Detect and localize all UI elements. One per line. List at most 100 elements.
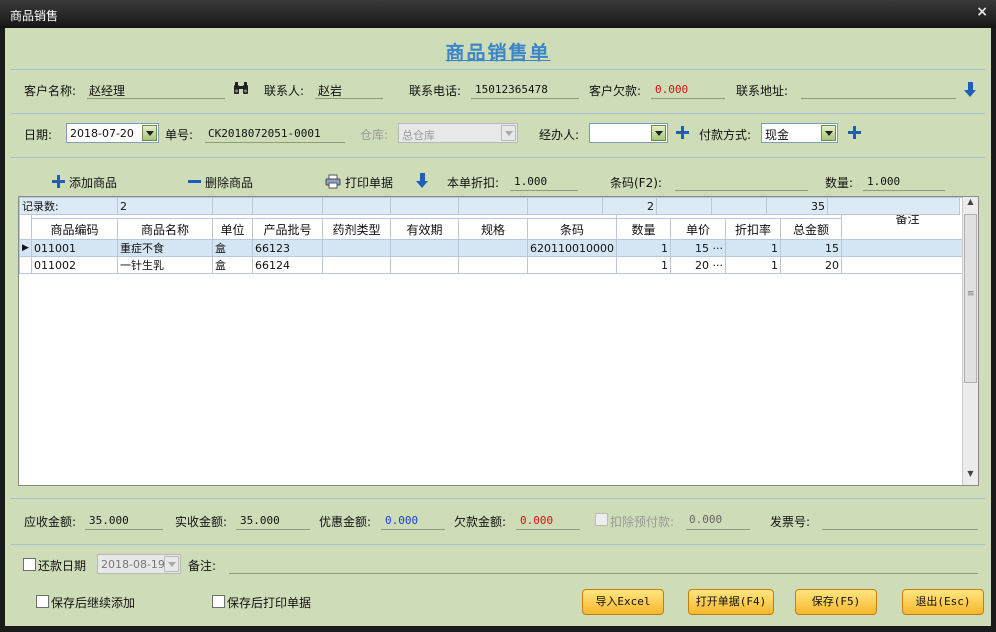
- contact-field[interactable]: 赵岩: [318, 82, 342, 99]
- cell-qty[interactable]: 1: [615, 239, 671, 257]
- column-header[interactable]: 数量: [615, 218, 671, 240]
- footer-cell: [252, 197, 323, 215]
- add-handler-icon[interactable]: [676, 126, 689, 139]
- date-picker[interactable]: 2018-07-20: [66, 123, 159, 143]
- more-icon[interactable]: ···: [712, 259, 723, 272]
- expand-down-icon[interactable]: [964, 82, 977, 98]
- warehouse-label: 仓库:: [360, 128, 389, 142]
- column-header[interactable]: 规格: [458, 218, 528, 240]
- continue-add-checkbox[interactable]: [36, 595, 49, 608]
- cell-expiry[interactable]: [390, 256, 459, 274]
- import-excel-button[interactable]: 导入Excel: [582, 589, 664, 615]
- discount-field[interactable]: 1.000: [514, 175, 547, 188]
- cell-spec[interactable]: [458, 239, 528, 257]
- warehouse-value: 总仓库: [402, 129, 435, 142]
- cell-rate[interactable]: 1: [724, 256, 781, 274]
- footer-cell: [390, 197, 459, 215]
- column-header[interactable]: 单位: [212, 218, 253, 240]
- scroll-down-icon[interactable]: ▼: [963, 469, 978, 485]
- cell-barcode[interactable]: 620110010000: [527, 239, 617, 257]
- column-header[interactable]: 条码: [527, 218, 617, 240]
- discount-amount-field[interactable]: 0.000: [385, 514, 418, 527]
- cell-rate[interactable]: 1: [724, 239, 781, 257]
- cell-unit[interactable]: 盒: [212, 256, 253, 274]
- column-header[interactable]: 折扣率: [724, 218, 781, 240]
- prepay-checkbox: [595, 513, 608, 526]
- chevron-down-icon[interactable]: [142, 125, 157, 141]
- cell-spec[interactable]: [458, 256, 528, 274]
- phone-field[interactable]: 15012365478: [475, 83, 548, 96]
- cell-price[interactable]: 15 ···: [669, 239, 726, 257]
- column-header[interactable]: 商品名称: [117, 218, 213, 240]
- received-field[interactable]: 35.000: [240, 514, 280, 527]
- cell-type[interactable]: [322, 256, 391, 274]
- cell-total[interactable]: 20: [779, 256, 842, 274]
- exit-button[interactable]: 退出(Esc): [902, 589, 984, 615]
- vertical-scrollbar[interactable]: ▲ ▼: [962, 197, 978, 485]
- footer-total: 35: [766, 197, 828, 215]
- cell-code[interactable]: 011002: [31, 256, 118, 274]
- debt-field[interactable]: 0.000: [655, 83, 688, 96]
- add-product-button[interactable]: 添加商品: [52, 173, 124, 191]
- add-payment-icon[interactable]: [848, 126, 861, 139]
- cell-batch[interactable]: 66124: [252, 256, 323, 274]
- chevron-down-icon: [164, 556, 179, 572]
- underline: [85, 529, 163, 530]
- payment-value: 现金: [765, 128, 790, 142]
- column-header[interactable]: 总金额: [779, 218, 842, 240]
- table-row[interactable]: 011002 一针生乳 盒 66124 1 20 ··· 1 20: [19, 256, 974, 274]
- scroll-thumb[interactable]: [964, 214, 977, 383]
- price-value: 20: [694, 258, 709, 272]
- underline: [510, 190, 578, 191]
- cell-note[interactable]: [840, 256, 974, 274]
- open-document-button[interactable]: 打开单据(F4): [688, 589, 774, 615]
- quantity-field[interactable]: 1.000: [867, 175, 900, 188]
- cell-barcode[interactable]: [527, 256, 617, 274]
- delete-product-button[interactable]: 删除商品: [188, 173, 260, 191]
- cell-name[interactable]: 重症不食: [117, 239, 213, 257]
- table-row[interactable]: ▶ 011001 重症不食 盒 66123 620110010000 1 15 …: [19, 239, 974, 257]
- download-arrow-icon[interactable]: [416, 173, 429, 189]
- cell-unit[interactable]: 盒: [212, 239, 253, 257]
- cell-note[interactable]: [840, 239, 974, 257]
- chevron-down-icon[interactable]: [651, 125, 666, 141]
- cell-total[interactable]: 15: [779, 239, 842, 257]
- print-after-save-checkbox[interactable]: [212, 595, 225, 608]
- cell-expiry[interactable]: [390, 239, 459, 257]
- title-bar: 商品销售 ×: [0, 0, 996, 28]
- row-selector-icon[interactable]: ▶: [19, 239, 32, 257]
- customer-field[interactable]: 赵经理: [89, 82, 125, 99]
- repay-checkbox[interactable]: [23, 558, 36, 571]
- handler-select[interactable]: [589, 123, 668, 143]
- chevron-down-icon[interactable]: [821, 125, 836, 141]
- scroll-up-icon[interactable]: ▲: [963, 197, 978, 213]
- product-grid[interactable]: 商品信息 价格 备注 商品编码 商品名称 单位 产品批号 药剂类型 有效期 规格…: [18, 196, 979, 486]
- column-header[interactable]: 产品批号: [252, 218, 323, 240]
- cell-name[interactable]: 一针生乳: [117, 256, 213, 274]
- print-button[interactable]: 打印单据: [325, 173, 397, 191]
- quantity-label: 数量:: [825, 176, 854, 190]
- column-header[interactable]: 有效期: [390, 218, 459, 240]
- save-button[interactable]: 保存(F5): [795, 589, 877, 615]
- payment-select[interactable]: 现金: [761, 123, 838, 143]
- order-field[interactable]: CK2018072051-0001: [208, 127, 321, 140]
- cell-type[interactable]: [322, 239, 391, 257]
- receivable-label: 应收金额:: [24, 515, 77, 529]
- order-label: 单号:: [165, 128, 194, 142]
- column-header[interactable]: 单价: [669, 218, 726, 240]
- underline: [822, 529, 978, 530]
- column-header[interactable]: 商品编码: [31, 218, 118, 240]
- row-selector[interactable]: [19, 256, 32, 274]
- cell-batch[interactable]: 66123: [252, 239, 323, 257]
- grid-footer: 记录数: 2 2 35: [19, 197, 960, 215]
- close-icon[interactable]: ×: [976, 4, 988, 20]
- cell-qty[interactable]: 1: [615, 256, 671, 274]
- sales-window: 商品销售 × 商品销售单 客户名称: 赵经理 联系人: 赵岩 联系电话: 150…: [0, 0, 996, 632]
- binoculars-icon[interactable]: [233, 81, 249, 95]
- column-header[interactable]: 药剂类型: [322, 218, 391, 240]
- cell-price[interactable]: 20 ···: [669, 256, 726, 274]
- owed-field[interactable]: 0.000: [520, 514, 553, 527]
- receivable-field[interactable]: 35.000: [89, 514, 129, 527]
- more-icon[interactable]: ···: [712, 242, 723, 255]
- cell-code[interactable]: 011001: [31, 239, 118, 257]
